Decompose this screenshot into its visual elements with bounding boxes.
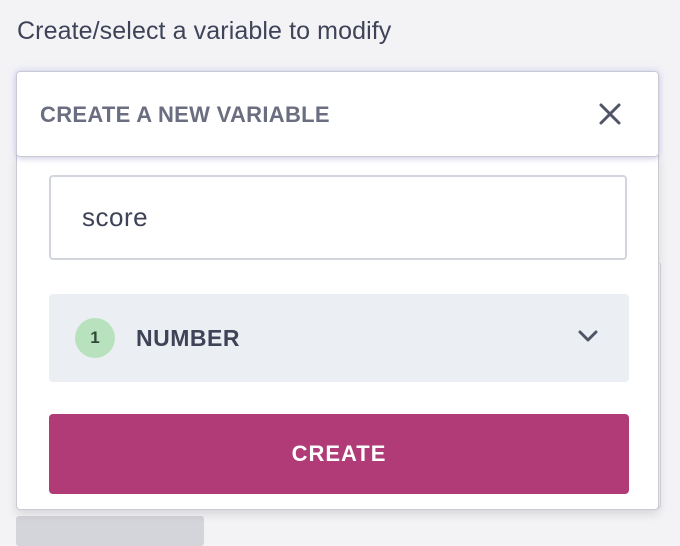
create-button[interactable]: CREATE [49,414,629,494]
close-icon[interactable] [596,100,624,128]
dropdown-title: CREATE A NEW VARIABLE [40,102,330,127]
background-button[interactable] [16,516,204,546]
chevron-down-icon[interactable] [577,328,599,344]
dropdown-body: 1 NUMBER CREATE [16,155,659,510]
variable-name-input[interactable] [49,175,627,260]
variable-type-label: NUMBER [136,325,240,351]
variable-dropdown: CREATE A NEW VARIABLE 1 NUMBER CREATE [16,71,659,511]
number-type-badge: 1 [75,318,115,358]
variable-type-select[interactable]: 1 NUMBER [49,294,629,382]
dropdown-header[interactable]: CREATE A NEW VARIABLE [16,71,659,157]
page-label: Create/select a variable to modify [17,17,392,45]
